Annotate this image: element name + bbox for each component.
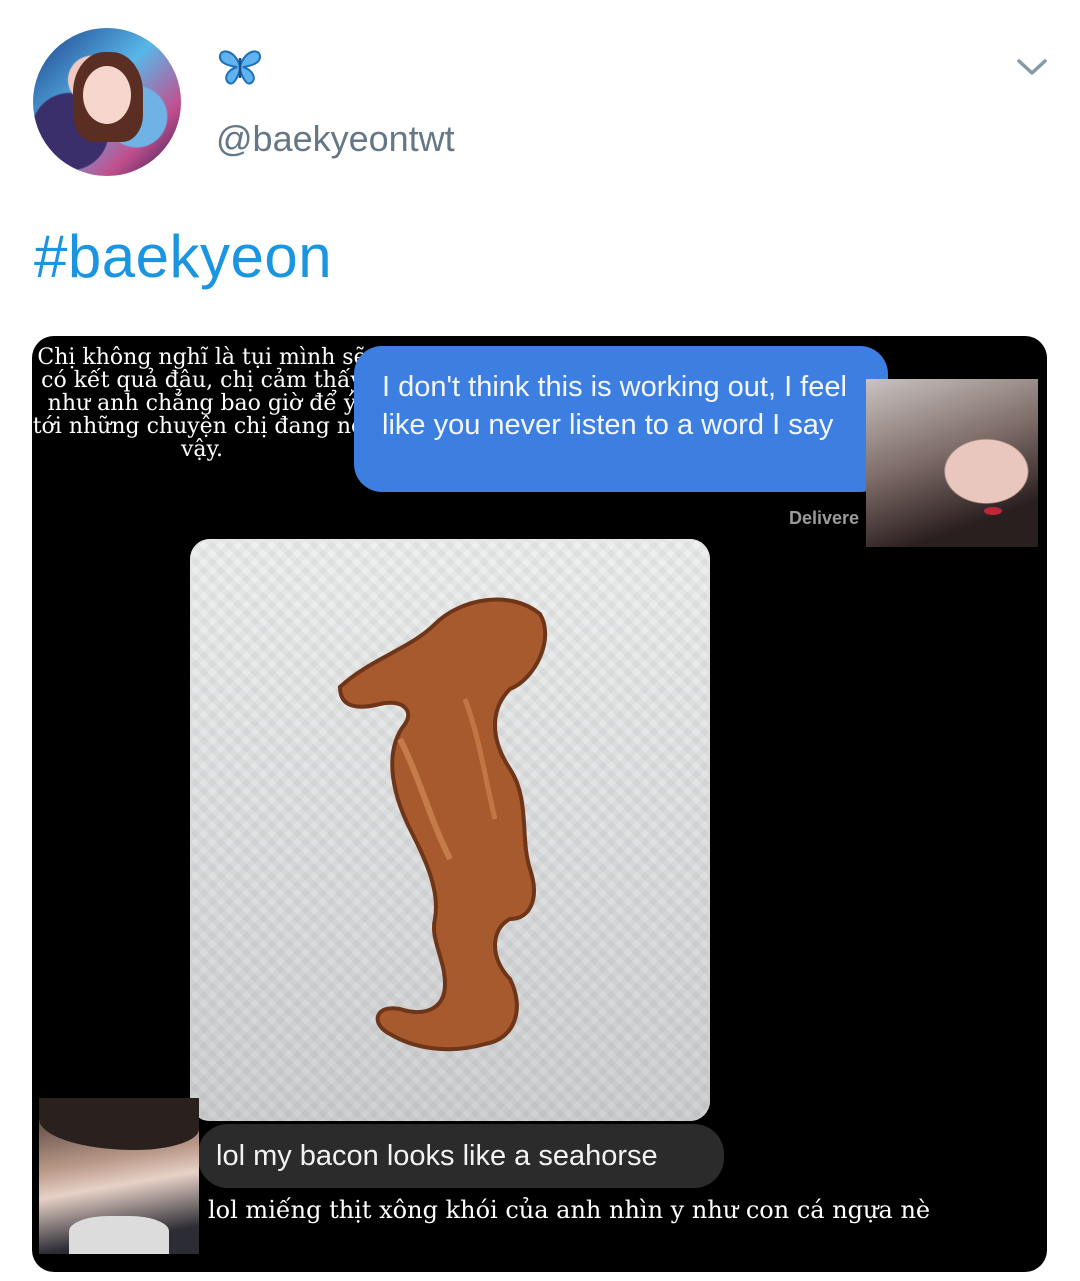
tweet-hashtag-link[interactable]: #baekyeon (34, 222, 332, 291)
butterfly-icon (218, 50, 262, 85)
caption-bottom: lol miếng thịt xông khói của anh nhìn y … (208, 1196, 931, 1224)
user-handle[interactable]: @baekyeontwt (216, 118, 455, 160)
received-message-bubble: lol my bacon looks like a seahorse (198, 1124, 724, 1188)
profile-avatar[interactable] (33, 28, 181, 176)
delivered-status: Delivere (789, 508, 860, 528)
inset-lips (984, 507, 1002, 515)
avatar-face (83, 66, 131, 124)
bacon-seahorse-shape (337, 597, 548, 1052)
tweet-media-image[interactable]: Chị không nghĩ là tụi mình sẽ có kết quả… (32, 336, 1047, 1272)
chevron-down-icon[interactable] (1015, 56, 1049, 78)
caption-top: Chị không nghĩ là tụi mình sẽ có kết quả… (32, 345, 372, 463)
inset-collar (69, 1216, 169, 1254)
sent-message-bubble: I don't think this is working out, I fee… (354, 346, 888, 492)
inset-hair (39, 1098, 199, 1150)
seahorse-bacon-photo (190, 539, 710, 1121)
woman-inset-photo (866, 379, 1038, 547)
man-inset-photo (39, 1098, 199, 1254)
